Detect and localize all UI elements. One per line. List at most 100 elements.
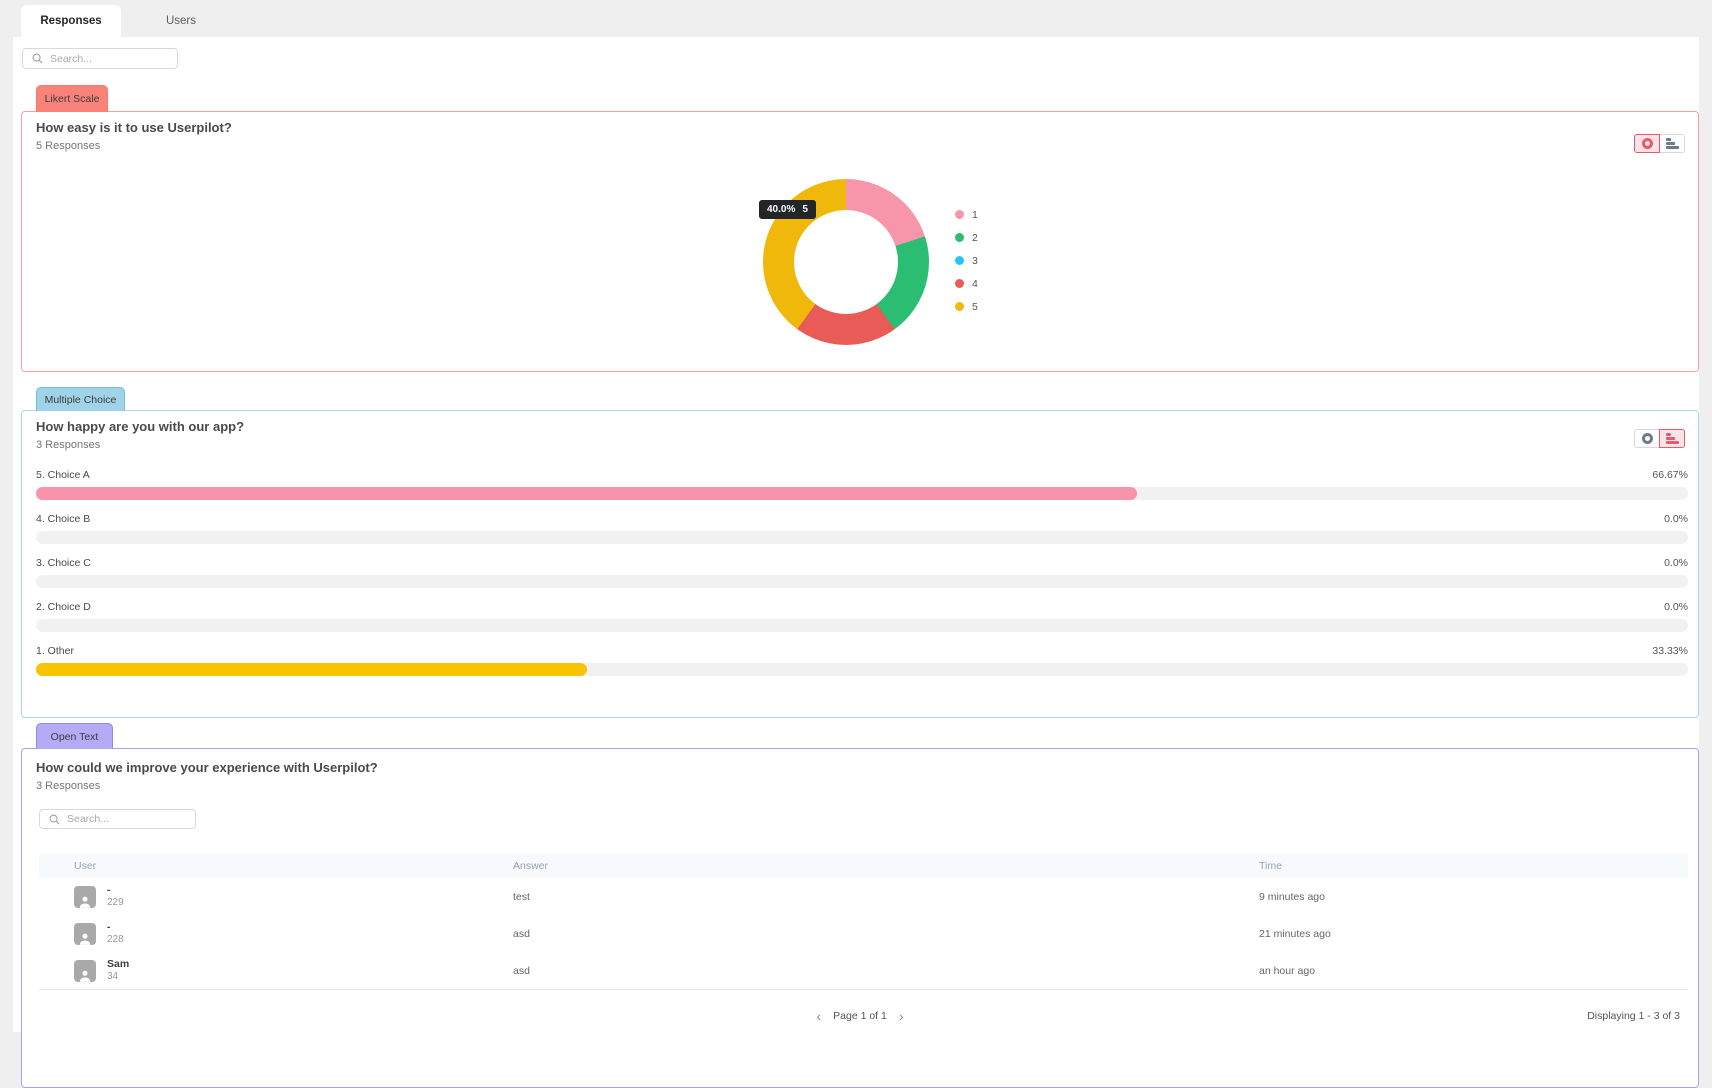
bar-view-button[interactable]	[1659, 134, 1685, 153]
bar-chart-icon	[1666, 433, 1679, 444]
bar-track	[36, 487, 1688, 500]
likert-scale-badge: Likert Scale	[36, 85, 108, 112]
displaying-summary: Displaying 1 - 3 of 3	[1587, 1010, 1680, 1022]
legend-label: 1	[972, 209, 978, 221]
header-user: User	[39, 860, 513, 872]
pagination: ‹ Page 1 of 1 ›	[22, 1007, 1698, 1025]
header-answer: Answer	[513, 860, 1259, 872]
bar-fill	[36, 663, 587, 676]
tab-users[interactable]: Users	[131, 5, 231, 37]
prev-page-button[interactable]: ‹	[816, 1009, 821, 1023]
bar-track	[36, 619, 1688, 632]
next-page-button[interactable]: ›	[899, 1009, 904, 1023]
bar-fill	[36, 487, 1137, 500]
user-avatar-icon	[74, 960, 96, 982]
choice-percent: 0.0%	[1664, 601, 1688, 613]
bar-track	[36, 531, 1688, 544]
table-row[interactable]: Sam 34 asd an hour ago	[39, 952, 1688, 989]
choice-percent: 0.0%	[1664, 557, 1688, 569]
choice-row: 1. Other 33.33%	[36, 645, 1688, 676]
donut-view-button[interactable]	[1634, 134, 1660, 153]
answers-search-input[interactable]	[67, 813, 186, 825]
question-title: How easy is it to use Userpilot?	[36, 120, 232, 135]
answer-cell: asd	[513, 965, 1259, 977]
user-id: 34	[107, 971, 129, 984]
legend-dot	[955, 210, 964, 219]
choice-label: 1. Other	[36, 645, 74, 657]
user-avatar-icon	[74, 923, 96, 945]
response-count: 5 Responses	[36, 140, 100, 152]
page-indicator: Page 1 of 1	[833, 1010, 887, 1022]
donut-chart-icon	[1642, 433, 1653, 444]
choice-label: 3. Choice C	[36, 557, 91, 569]
answer-cell: asd	[513, 928, 1259, 940]
answer-cell: test	[513, 891, 1259, 903]
answers-table: User Answer Time - 229 test	[39, 854, 1688, 990]
question-title: How could we improve your experience wit…	[36, 760, 378, 775]
time-cell: 9 minutes ago	[1259, 891, 1688, 903]
bar-track	[36, 663, 1688, 676]
choice-label: 2. Choice D	[36, 601, 91, 613]
choice-label: 5. Choice A	[36, 469, 90, 481]
response-count: 3 Responses	[36, 439, 100, 451]
choice-label: 4. Choice B	[36, 513, 90, 525]
time-cell: 21 minutes ago	[1259, 928, 1688, 940]
choice-row: 5. Choice A 66.67%	[36, 469, 1688, 500]
choice-row: 2. Choice D 0.0%	[36, 601, 1688, 632]
user-name: -	[107, 921, 124, 934]
tab-bar: Responses Users	[0, 0, 1712, 37]
choice-percent: 66.67%	[1652, 469, 1688, 481]
tooltip-value: 5	[802, 204, 808, 215]
table-row[interactable]: - 229 test 9 minutes ago	[39, 878, 1688, 915]
user-name: Sam	[107, 958, 129, 971]
main-panel: Likert Scale How easy is it to use Userp…	[13, 37, 1699, 1032]
legend-dot	[955, 302, 964, 311]
header-time: Time	[1259, 860, 1688, 872]
time-cell: an hour ago	[1259, 965, 1688, 977]
legend-item[interactable]: 2	[955, 226, 978, 249]
answers-search-box	[39, 809, 196, 829]
table-header: User Answer Time	[39, 854, 1688, 878]
legend-item[interactable]: 4	[955, 272, 978, 295]
multiple-choice-badge: Multiple Choice	[36, 387, 125, 411]
search-box	[22, 48, 178, 69]
table-row[interactable]: - 228 asd 21 minutes ago	[39, 915, 1688, 952]
choice-row: 3. Choice C 0.0%	[36, 557, 1688, 588]
response-count: 3 Responses	[36, 780, 100, 792]
search-input[interactable]	[50, 53, 168, 65]
user-id: 229	[107, 897, 124, 910]
donut-view-button[interactable]	[1634, 429, 1660, 448]
choice-percent: 0.0%	[1664, 513, 1688, 525]
chart-type-toggle	[1634, 134, 1685, 153]
multiple-choice-question-card: How happy are you with our app? 3 Respon…	[21, 410, 1699, 718]
chart-type-toggle	[1634, 429, 1685, 448]
likert-question-card: How easy is it to use Userpilot? 5 Respo…	[21, 111, 1699, 372]
legend-label: 5	[972, 301, 978, 313]
search-icon	[32, 53, 43, 64]
donut-chart-icon	[1642, 138, 1653, 149]
open-text-question-card: How could we improve your experience wit…	[21, 748, 1699, 1088]
legend-label: 2	[972, 232, 978, 244]
legend-item[interactable]: 3	[955, 249, 978, 272]
table-body: - 229 test 9 minutes ago - 228	[39, 878, 1688, 990]
choice-percent: 33.33%	[1652, 645, 1688, 657]
user-id: 228	[107, 934, 124, 947]
legend-dot	[955, 233, 964, 242]
user-avatar-icon	[74, 886, 96, 908]
chart-legend: 1 2 3 4 5	[955, 203, 978, 318]
bar-view-button[interactable]	[1659, 429, 1685, 448]
user-name: -	[107, 884, 124, 897]
legend-dot	[955, 279, 964, 288]
search-icon	[49, 814, 60, 825]
legend-item[interactable]: 1	[955, 203, 978, 226]
choice-bar-list: 5. Choice A 66.67% 4. Choice B 0.0% 3.	[36, 469, 1688, 689]
legend-dot	[955, 256, 964, 265]
question-title: How happy are you with our app?	[36, 419, 244, 434]
bar-chart-icon	[1666, 138, 1679, 149]
legend-label: 4	[972, 278, 978, 290]
bar-track	[36, 575, 1688, 588]
open-text-badge: Open Text	[36, 723, 113, 749]
legend-item[interactable]: 5	[955, 295, 978, 318]
tooltip-percent: 40.0%	[767, 204, 795, 215]
tab-responses[interactable]: Responses	[21, 5, 121, 37]
